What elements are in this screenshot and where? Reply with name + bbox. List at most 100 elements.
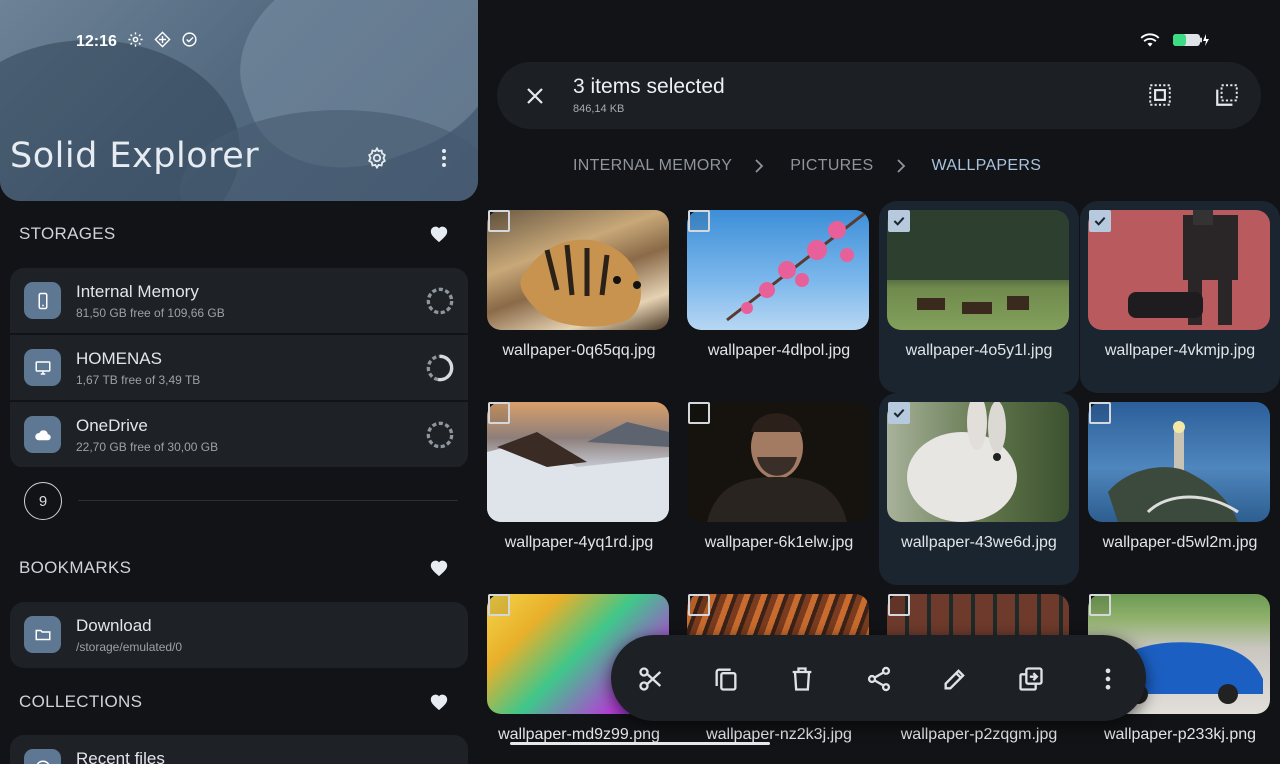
selection-checkbox[interactable]: [1089, 210, 1111, 232]
breadcrumb-wallpapers[interactable]: WALLPAPERS: [932, 157, 1042, 175]
diamond-icon: [154, 31, 171, 53]
divider: [78, 500, 458, 501]
move-icon[interactable]: [1017, 665, 1045, 693]
heart-icon[interactable]: [429, 693, 449, 711]
file-name: wallpaper-6k1elw.jpg: [704, 534, 854, 551]
storage-name: HOMENAS: [76, 349, 162, 368]
thumbnail-snowy-cabin: [487, 402, 669, 522]
chevron-right-icon: [755, 159, 764, 173]
select-all-icon[interactable]: [1147, 82, 1173, 108]
selection-checkbox[interactable]: [488, 210, 510, 232]
cloud-icon: [24, 416, 61, 453]
file-tile[interactable]: wallpaper-0q65qq.jpg: [479, 201, 679, 393]
storage-name: OneDrive: [76, 416, 148, 435]
selection-checkbox[interactable]: [1089, 402, 1111, 424]
collection-name: Recent files: [76, 749, 165, 764]
selection-checkbox[interactable]: [888, 210, 910, 232]
storage-item-internal-memory[interactable]: Internal Memory 81,50 GB free of 109,66 …: [10, 268, 468, 333]
folder-icon: [24, 616, 61, 653]
file-name: wallpaper-4vkmjp.jpg: [1104, 342, 1256, 359]
chevron-right-icon: [896, 159, 905, 173]
selection-count: 3 items selected: [573, 75, 725, 98]
file-tile[interactable]: wallpaper-4o5y1l.jpg: [879, 201, 1079, 393]
rename-icon[interactable]: [941, 665, 969, 693]
file-name: wallpaper-p2zqgm.jpg: [900, 726, 1058, 743]
gear-icon[interactable]: [364, 145, 390, 171]
file-action-bar: [611, 635, 1146, 721]
share-icon[interactable]: [865, 665, 893, 693]
status-bar-left: 12:16: [76, 31, 198, 53]
more-storages-button[interactable]: 9: [24, 482, 62, 520]
app-title: Solid Explorer: [10, 136, 260, 176]
bookmark-name: Download: [76, 616, 152, 635]
app-header: 12:16 Solid Explorer: [0, 0, 478, 201]
thumbnail-robot-car: [1088, 210, 1270, 330]
select-inverse-icon[interactable]: [1214, 82, 1240, 108]
breadcrumb-internal-memory[interactable]: INTERNAL MEMORY: [573, 157, 732, 175]
selection-checkbox[interactable]: [488, 402, 510, 424]
storage-list: Internal Memory 81,50 GB free of 109,66 …: [10, 268, 468, 468]
storages-section-title: STORAGES: [19, 224, 116, 243]
thumbnail-horses-field: [887, 210, 1069, 330]
more-vert-icon[interactable]: [431, 145, 457, 171]
thumbnail-white-rabbit: [887, 402, 1069, 522]
file-name: wallpaper-p233kj.png: [1103, 726, 1257, 743]
clock-icon: [24, 749, 61, 764]
selection-checkbox[interactable]: [1089, 594, 1111, 616]
bookmark-path: /storage/emulated/0: [76, 640, 183, 654]
file-tile[interactable]: wallpaper-4yq1rd.jpg: [479, 393, 679, 585]
heart-icon[interactable]: [429, 225, 449, 243]
thumbnail-lighthouse: [1088, 402, 1270, 522]
selection-checkbox[interactable]: [688, 402, 710, 424]
cut-icon[interactable]: [637, 665, 665, 693]
storage-name: Internal Memory: [76, 282, 199, 301]
storage-free-space: 81,50 GB free of 109,66 GB: [76, 306, 225, 320]
selection-checkbox[interactable]: [688, 210, 710, 232]
thumbnail-cherry-blossom: [687, 210, 869, 330]
thumbnail-bearded-man: [687, 402, 869, 522]
storage-item-homenas[interactable]: HOMENAS 1,67 TB free of 3,49 TB: [10, 335, 468, 400]
delete-icon[interactable]: [788, 665, 816, 693]
storage-free-space: 1,67 TB free of 3,49 TB: [76, 373, 201, 387]
breadcrumb: INTERNAL MEMORY PICTURES WALLPAPERS: [573, 157, 1041, 175]
bookmark-item-download[interactable]: Download /storage/emulated/0: [10, 602, 468, 668]
selection-checkbox[interactable]: [488, 594, 510, 616]
navigation-drawer: 12:16 Solid Explorer STORAGES Internal M…: [0, 0, 478, 764]
file-name: wallpaper-4yq1rd.jpg: [504, 534, 654, 551]
selection-toolbar: 3 items selected 846,14 KB: [497, 62, 1261, 129]
usage-ring: [426, 421, 454, 448]
storage-free-space: 22,70 GB free of 30,00 GB: [76, 440, 219, 454]
close-icon[interactable]: [523, 84, 547, 108]
check-circle-icon: [181, 31, 198, 53]
storage-item-onedrive[interactable]: OneDrive 22,70 GB free of 30,00 GB: [10, 402, 468, 467]
phone-icon: [24, 282, 61, 319]
selection-checkbox[interactable]: [888, 402, 910, 424]
monitor-icon: [24, 349, 61, 386]
more-vert-icon[interactable]: [1094, 665, 1122, 693]
copy-icon[interactable]: [712, 665, 740, 693]
file-name: wallpaper-4dlpol.jpg: [707, 342, 851, 359]
file-name: wallpaper-4o5y1l.jpg: [905, 342, 1053, 359]
breadcrumb-pictures[interactable]: PICTURES: [790, 157, 873, 175]
selection-checkbox[interactable]: [688, 594, 710, 616]
collection-item-recent-files[interactable]: Recent files: [10, 735, 468, 764]
status-bar-right: [1140, 32, 1210, 48]
file-tile[interactable]: wallpaper-4vkmjp.jpg: [1080, 201, 1280, 393]
heart-icon[interactable]: [429, 559, 449, 577]
file-name: wallpaper-0q65qq.jpg: [502, 342, 656, 359]
gesture-bar[interactable]: [510, 742, 770, 745]
bookmarks-section-title: BOOKMARKS: [19, 558, 132, 577]
file-tile[interactable]: wallpaper-4dlpol.jpg: [679, 201, 879, 393]
file-tile[interactable]: wallpaper-6k1elw.jpg: [679, 393, 879, 585]
file-name: wallpaper-d5wl2m.jpg: [1102, 534, 1258, 551]
collections-section-title: COLLECTIONS: [19, 692, 143, 711]
battery-charging-icon: [1173, 34, 1209, 46]
file-name: wallpaper-43we6d.jpg: [901, 534, 1057, 551]
selection-size: 846,14 KB: [573, 103, 625, 115]
wifi-icon: [1140, 33, 1160, 47]
thumbnail-tiger-cub: [487, 210, 669, 330]
file-tile[interactable]: wallpaper-d5wl2m.jpg: [1080, 393, 1280, 585]
file-tile[interactable]: wallpaper-43we6d.jpg: [879, 393, 1079, 585]
clock: 12:16: [76, 33, 117, 50]
selection-checkbox[interactable]: [888, 594, 910, 616]
